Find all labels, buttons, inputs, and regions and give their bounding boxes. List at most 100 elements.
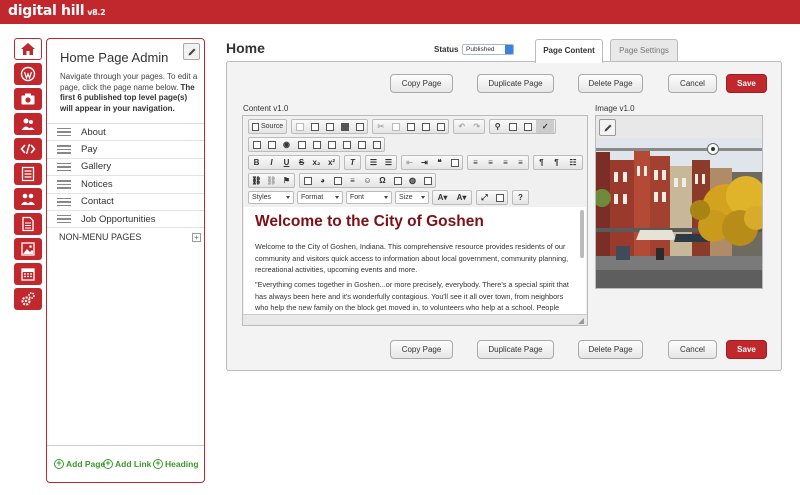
align-left-icon[interactable]: ≡	[469, 156, 482, 169]
justify-icon[interactable]: ≡	[514, 156, 527, 169]
maximize-icon[interactable]: ⤢	[478, 191, 491, 204]
iframe-icon[interactable]: ◍	[406, 174, 419, 187]
form-icon[interactable]	[250, 138, 263, 151]
expand-plus-icon[interactable]: +	[192, 233, 201, 242]
text-color-icon[interactable]: A▾	[434, 191, 451, 204]
save-doc-icon[interactable]	[293, 120, 306, 133]
anchor-icon[interactable]: ⚑	[280, 174, 293, 187]
resize-handle-icon[interactable]	[578, 318, 584, 324]
remove-format-icon[interactable]: T	[346, 156, 359, 169]
image-slider-track[interactable]	[596, 148, 762, 151]
size-select[interactable]: Size	[395, 191, 429, 204]
bg-color-icon[interactable]: A▾	[453, 191, 470, 204]
outdent-icon[interactable]: ⇤	[403, 156, 416, 169]
smiley-icon[interactable]: ☺	[361, 174, 374, 187]
align-center-icon[interactable]: ≡	[484, 156, 497, 169]
tab-page-settings[interactable]: Page Settings	[610, 39, 678, 61]
editor-content-area[interactable]: Welcome to the City of Goshen Welcome to…	[244, 207, 586, 314]
table-icon[interactable]	[331, 174, 344, 187]
rail-list[interactable]	[14, 163, 42, 185]
italic-icon[interactable]: I	[265, 156, 278, 169]
show-blocks-icon[interactable]	[493, 191, 506, 204]
hidden-field-icon[interactable]	[370, 138, 383, 151]
page-item-job-opportunities[interactable]: Job Opportunities	[47, 211, 204, 229]
save-button-bottom[interactable]: Save	[726, 340, 767, 359]
save-button[interactable]: Save	[726, 74, 767, 93]
language-icon[interactable]: ☷	[565, 156, 581, 169]
redo-icon[interactable]: ↷	[470, 120, 483, 133]
rail-image[interactable]	[14, 238, 42, 260]
checkbox-icon[interactable]	[265, 138, 278, 151]
rail-wordpress[interactable]	[14, 63, 42, 85]
tab-page-content[interactable]: Page Content	[535, 39, 603, 63]
undo-icon[interactable]: ↶	[455, 120, 468, 133]
rail-calendar[interactable]	[14, 263, 42, 285]
image-edit-button[interactable]	[599, 119, 616, 136]
youtube-icon[interactable]	[421, 174, 434, 187]
delete-page-button[interactable]: Delete Page	[578, 74, 643, 93]
panel-edit-button[interactable]	[183, 43, 200, 60]
page-break-icon[interactable]	[391, 174, 404, 187]
new-page-icon[interactable]	[308, 120, 321, 133]
cancel-button-bottom[interactable]: Cancel	[668, 340, 717, 359]
bold-icon[interactable]: B	[250, 156, 263, 169]
brand-logo[interactable]: digital hill v8.2	[8, 3, 106, 19]
strike-icon[interactable]: S	[295, 156, 308, 169]
select-field-icon[interactable]	[325, 138, 338, 151]
button-field-icon[interactable]	[340, 138, 353, 151]
underline-icon[interactable]: U	[280, 156, 293, 169]
cancel-button[interactable]: Cancel	[668, 74, 717, 93]
styles-select[interactable]: Styles	[248, 191, 294, 204]
rail-code[interactable]	[14, 138, 42, 160]
textarea-icon[interactable]	[310, 138, 323, 151]
textfield-icon[interactable]	[295, 138, 308, 151]
find-icon[interactable]: ⚲	[491, 120, 504, 133]
indent-icon[interactable]: ⇥	[418, 156, 431, 169]
source-button[interactable]: Source	[249, 120, 286, 133]
page-item-about[interactable]: About	[47, 124, 204, 142]
print-icon[interactable]	[338, 120, 351, 133]
copy-icon[interactable]	[389, 120, 402, 133]
align-right-icon[interactable]: ≡	[499, 156, 512, 169]
editor-scrollbar[interactable]	[580, 210, 584, 258]
rail-camera[interactable]	[14, 88, 42, 110]
replace-icon[interactable]	[506, 120, 519, 133]
page-item-notices[interactable]: Notices	[47, 176, 204, 194]
bullet-list-icon[interactable]: ☰	[382, 156, 395, 169]
paste-icon[interactable]	[404, 120, 417, 133]
add-heading-button[interactable]: + Heading	[153, 459, 199, 469]
drag-handle-icon[interactable]	[57, 161, 71, 174]
help-icon[interactable]: ?	[514, 191, 527, 204]
spellcheck-icon[interactable]: ✓	[536, 120, 555, 133]
div-icon[interactable]	[448, 156, 461, 169]
copy-page-button[interactable]: Copy Page	[390, 74, 453, 93]
rail-people[interactable]	[14, 188, 42, 210]
special-char-icon[interactable]: Ω	[376, 174, 389, 187]
add-link-button[interactable]: + Add Link	[103, 459, 151, 469]
flash-icon[interactable]: ◕	[316, 174, 329, 187]
duplicate-page-button[interactable]: Duplicate Page	[477, 74, 554, 93]
rail-document[interactable]	[14, 213, 42, 235]
delete-page-button-bottom[interactable]: Delete Page	[578, 340, 643, 359]
image-button-icon[interactable]	[355, 138, 368, 151]
paste-word-icon[interactable]	[434, 120, 447, 133]
insert-image-icon[interactable]	[301, 174, 314, 187]
add-page-button[interactable]: + Add Page	[54, 459, 105, 469]
unlink-icon[interactable]: ⛓	[265, 174, 278, 187]
page-item-gallery[interactable]: Gallery	[47, 159, 204, 177]
blockquote-icon[interactable]: ❝	[433, 156, 446, 169]
font-select[interactable]: Font	[346, 191, 392, 204]
select-all-icon[interactable]	[521, 120, 534, 133]
drag-handle-icon[interactable]	[57, 196, 71, 209]
numbered-list-icon[interactable]: ☰	[367, 156, 380, 169]
page-item-contact[interactable]: Contact	[47, 194, 204, 211]
rail-users[interactable]	[14, 113, 42, 135]
paste-text-icon[interactable]	[419, 120, 432, 133]
hr-icon[interactable]: ≡	[346, 174, 359, 187]
rtl-icon[interactable]: ¶	[550, 156, 563, 169]
subscript-icon[interactable]: x₂	[310, 156, 323, 169]
superscript-icon[interactable]: x²	[325, 156, 338, 169]
drag-handle-icon[interactable]	[57, 126, 71, 139]
status-select[interactable]: Published	[462, 44, 514, 55]
page-item-pay[interactable]: Pay	[47, 141, 204, 159]
